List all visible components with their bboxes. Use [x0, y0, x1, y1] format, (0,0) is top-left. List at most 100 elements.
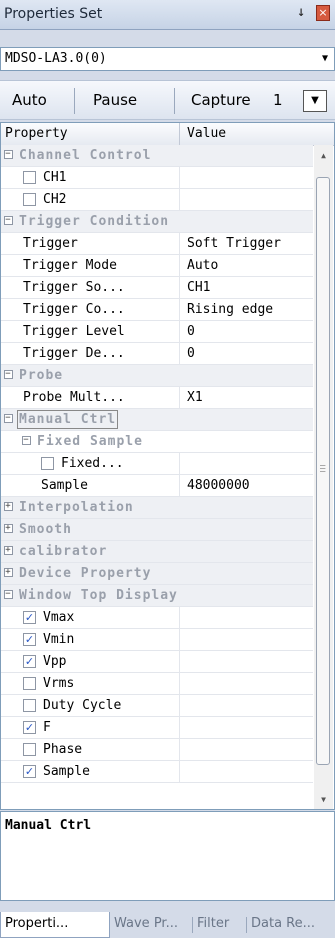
- property-value[interactable]: Rising edge: [187, 302, 273, 317]
- chevron-down-icon[interactable]: ▼: [322, 53, 328, 64]
- property-row[interactable]: Trigger De... 0: [1, 343, 313, 365]
- tab-filter[interactable]: Filter: [193, 912, 247, 938]
- vertical-scrollbar[interactable]: ▲ — — — ▼: [314, 145, 333, 809]
- property-row[interactable]: ✓ Vmax: [1, 607, 313, 629]
- property-label: F: [43, 720, 51, 735]
- property-row[interactable]: CH1: [1, 167, 313, 189]
- property-category[interactable]: − Fixed Sample: [1, 431, 313, 453]
- device-select[interactable]: MDSO-LA3.0(0) ▼: [0, 47, 335, 71]
- property-row[interactable]: CH2: [1, 189, 313, 211]
- checkbox-checked[interactable]: ✓: [23, 611, 36, 624]
- property-row[interactable]: Fixed...: [1, 453, 313, 475]
- property-category[interactable]: − Channel Control: [1, 145, 313, 167]
- tab-data[interactable]: Data Re...: [247, 912, 335, 938]
- property-label: Trigger So...: [23, 280, 125, 295]
- property-label: Vmin: [43, 632, 75, 647]
- property-category[interactable]: − Trigger Condition: [1, 211, 313, 233]
- property-category[interactable]: − Window Top Display: [1, 585, 313, 607]
- category-label: Manual Ctrl: [16, 410, 119, 429]
- property-row[interactable]: Duty Cycle: [1, 695, 313, 717]
- collapse-icon[interactable]: −: [4, 150, 13, 159]
- property-row[interactable]: Trigger Soft Trigger: [1, 233, 313, 255]
- property-row[interactable]: ✓ F: [1, 717, 313, 739]
- scroll-up-icon[interactable]: ▲: [314, 147, 333, 165]
- property-row[interactable]: ✓ Vpp: [1, 651, 313, 673]
- category-label: Device Property: [19, 566, 152, 581]
- property-value[interactable]: 0: [187, 346, 195, 361]
- checkbox-unchecked[interactable]: [23, 743, 36, 756]
- property-value[interactable]: X1: [187, 390, 203, 405]
- column-divider: [179, 475, 180, 497]
- column-divider: [179, 321, 180, 343]
- expand-icon[interactable]: +: [4, 568, 13, 577]
- auto-button[interactable]: Auto: [12, 91, 47, 109]
- column-divider: [179, 651, 180, 673]
- property-row[interactable]: Trigger So... CH1: [1, 277, 313, 299]
- scroll-down-icon[interactable]: ▼: [314, 791, 333, 809]
- collapse-icon[interactable]: −: [22, 436, 31, 445]
- expand-icon[interactable]: +: [4, 524, 13, 533]
- pause-button[interactable]: Pause: [93, 91, 137, 109]
- property-row[interactable]: Probe Mult... X1: [1, 387, 313, 409]
- property-row[interactable]: Trigger Co... Rising edge: [1, 299, 313, 321]
- property-value[interactable]: 48000000: [187, 478, 250, 493]
- property-value[interactable]: 0: [187, 324, 195, 339]
- checkbox-checked[interactable]: ✓: [23, 721, 36, 734]
- property-row[interactable]: ✓ Sample: [1, 761, 313, 783]
- capture-button[interactable]: Capture: [191, 91, 251, 109]
- checkbox-unchecked[interactable]: [23, 699, 36, 712]
- property-label: Fixed...: [61, 456, 124, 471]
- category-label: calibrator: [19, 544, 108, 559]
- tab-wave[interactable]: Wave Pr...: [110, 912, 193, 938]
- collapse-icon[interactable]: −: [4, 590, 13, 599]
- toolbar: Auto Pause Capture 1 ▼: [0, 80, 335, 120]
- property-row[interactable]: ✓ Vmin: [1, 629, 313, 651]
- description-panel: Manual Ctrl: [0, 811, 335, 901]
- device-select-value: MDSO-LA3.0(0): [5, 51, 107, 66]
- property-label: Sample: [41, 478, 88, 493]
- property-label: CH2: [43, 192, 67, 207]
- property-label: Probe Mult...: [23, 390, 125, 405]
- expand-icon[interactable]: +: [4, 502, 13, 511]
- property-value[interactable]: Auto: [187, 258, 218, 273]
- scrollbar-thumb[interactable]: — — —: [316, 177, 330, 765]
- property-row[interactable]: Trigger Level 0: [1, 321, 313, 343]
- property-row[interactable]: Sample 48000000: [1, 475, 313, 497]
- close-icon[interactable]: ×: [316, 5, 330, 21]
- property-category[interactable]: − Manual Ctrl: [1, 409, 313, 431]
- checkbox-checked[interactable]: ✓: [23, 765, 36, 778]
- collapse-icon[interactable]: −: [4, 216, 13, 225]
- checkbox-checked[interactable]: ✓: [23, 655, 36, 668]
- property-row[interactable]: Vrms: [1, 673, 313, 695]
- checkbox-unchecked[interactable]: [41, 457, 54, 470]
- collapse-icon[interactable]: −: [4, 414, 13, 423]
- checkbox-unchecked[interactable]: [23, 193, 36, 206]
- property-category[interactable]: + Device Property: [1, 563, 313, 585]
- expand-icon[interactable]: +: [4, 546, 13, 555]
- property-value[interactable]: Soft Trigger: [187, 236, 281, 251]
- collapse-icon[interactable]: −: [4, 370, 13, 379]
- property-row[interactable]: Phase: [1, 739, 313, 761]
- tab-properties[interactable]: Properti...: [0, 912, 110, 938]
- property-category[interactable]: + calibrator: [1, 541, 313, 563]
- capture-count-dropdown-icon[interactable]: ▼: [303, 90, 327, 112]
- tab-label: Filter: [197, 916, 230, 931]
- column-divider: [179, 233, 180, 255]
- pin-icon[interactable]: ↓: [297, 4, 305, 20]
- capture-count-value[interactable]: 1: [273, 91, 283, 109]
- checkbox-checked[interactable]: ✓: [23, 633, 36, 646]
- checkbox-unchecked[interactable]: [23, 171, 36, 184]
- column-divider: [179, 761, 180, 783]
- property-category[interactable]: − Probe: [1, 365, 313, 387]
- column-divider: [179, 453, 180, 475]
- property-category[interactable]: + Interpolation: [1, 497, 313, 519]
- column-divider: [179, 739, 180, 761]
- header-value: Value: [187, 126, 227, 141]
- property-row[interactable]: Trigger Mode Auto: [1, 255, 313, 277]
- column-divider: [179, 673, 180, 695]
- category-label: Interpolation: [19, 500, 134, 515]
- checkbox-unchecked[interactable]: [23, 677, 36, 690]
- property-category[interactable]: + Smooth: [1, 519, 313, 541]
- toolbar-separator: [74, 88, 75, 114]
- property-value[interactable]: CH1: [187, 280, 210, 295]
